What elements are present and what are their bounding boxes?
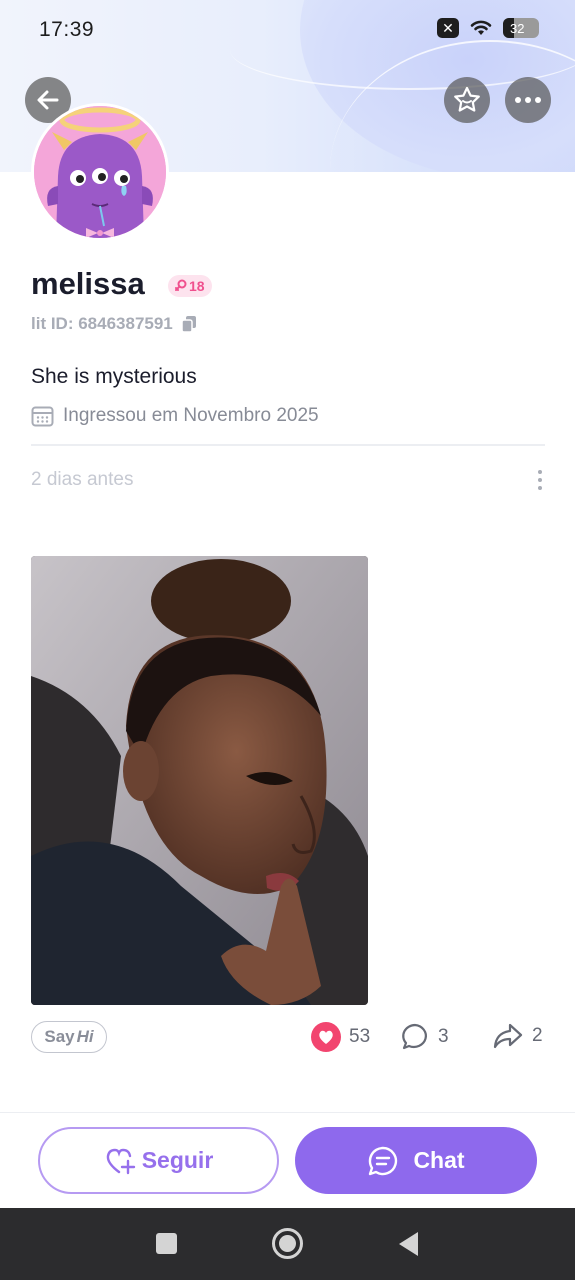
post-menu-icon[interactable] <box>536 470 544 490</box>
say-hi-hi: Hi <box>76 1027 94 1046</box>
section-divider <box>31 444 545 446</box>
profile-bio: She is mysterious <box>31 365 197 388</box>
like-button[interactable]: 53 <box>311 1022 370 1052</box>
status-icons: ✕ 32 <box>437 18 539 38</box>
say-hi-button[interactable]: Say Hi <box>31 1021 107 1053</box>
monster-avatar-image <box>34 106 166 238</box>
lit-id: lit ID: 6846387591 <box>31 314 197 334</box>
profile-name: melissa <box>31 266 145 301</box>
follow-label: Seguir <box>141 1147 214 1173</box>
more-options-button[interactable] <box>505 77 551 123</box>
post-photo[interactable] <box>31 556 368 1005</box>
share-arrow-icon <box>493 1023 523 1049</box>
chat-bubble-icon <box>369 1146 398 1175</box>
comment-bubble-icon <box>402 1023 427 1050</box>
recent-apps-icon[interactable] <box>156 1233 177 1254</box>
battery-indicator: 32 <box>503 18 539 38</box>
comment-count: 3 <box>438 1026 449 1047</box>
home-icon[interactable] <box>272 1228 303 1259</box>
arrow-left-icon <box>37 90 59 110</box>
calendar-icon <box>31 406 54 427</box>
back-triangle-icon[interactable] <box>399 1232 418 1256</box>
age-value: 18 <box>189 278 205 294</box>
status-time: 17:39 <box>39 18 95 41</box>
wifi-icon <box>470 20 492 35</box>
avatar[interactable] <box>31 103 169 241</box>
favorite-button[interactable] <box>444 77 490 123</box>
join-date-text: Ingressou em Novembro 2025 <box>63 405 319 426</box>
say-hi-say: Say <box>44 1027 75 1046</box>
system-navigation-bar <box>0 1208 575 1280</box>
more-dots-icon <box>515 97 541 103</box>
star-icon <box>454 86 480 112</box>
comment-button[interactable]: 3 <box>400 1022 449 1052</box>
join-date: Ingressou em Novembro 2025 <box>31 405 319 427</box>
age-badge: 18 <box>168 275 212 297</box>
post-time: 2 dias antes <box>31 469 134 490</box>
follow-button[interactable]: Seguir <box>38 1127 279 1194</box>
chat-button[interactable]: Chat <box>295 1127 537 1194</box>
copy-icon[interactable] <box>181 315 197 333</box>
heart-icon <box>311 1022 341 1052</box>
share-button[interactable]: 2 <box>492 1022 543 1050</box>
heart-plus-icon <box>106 1148 135 1174</box>
notification-x-icon: ✕ <box>437 18 459 38</box>
selfie-photo <box>31 556 368 1005</box>
chat-label: Chat <box>413 1147 465 1173</box>
lit-id-text: lit ID: 6846387591 <box>31 314 173 333</box>
share-count: 2 <box>532 1025 543 1046</box>
gender-female-icon <box>175 279 187 291</box>
like-count: 53 <box>349 1026 371 1047</box>
action-bar-divider <box>0 1112 575 1113</box>
